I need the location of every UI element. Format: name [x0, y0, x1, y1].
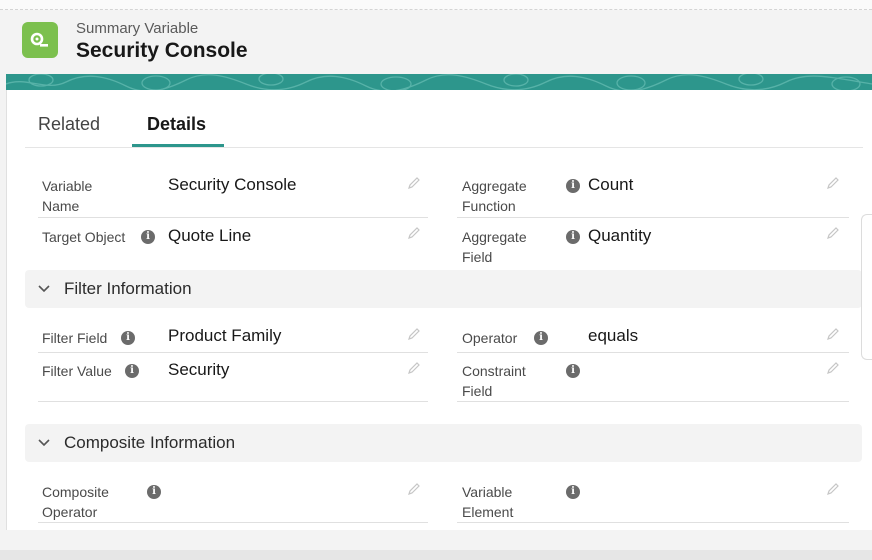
browser-top-edge	[0, 0, 872, 10]
aggregate-function-info-icon[interactable]: i	[566, 179, 580, 193]
filter-information-section-header[interactable]: Filter Information	[25, 270, 862, 308]
variable-element-info-icon[interactable]: i	[566, 485, 580, 499]
edit-aggregate-function-pencil-icon[interactable]	[826, 176, 840, 190]
target-object-info-icon[interactable]: i	[141, 230, 155, 244]
operator-label: Operator	[462, 330, 518, 346]
page-bottom-bar	[0, 550, 872, 560]
aggregate-function-label: Aggregate Function	[462, 178, 527, 214]
composite-information-title: Composite Information	[64, 433, 236, 452]
constraint-field-info-icon[interactable]: i	[566, 364, 580, 378]
field-divider	[38, 352, 428, 353]
aggregate-field-label: Aggregate Field	[462, 229, 527, 265]
field-divider	[38, 522, 428, 523]
chevron-down-icon	[38, 439, 50, 447]
filter-value-label: Filter Value	[42, 363, 112, 379]
filter-field-label: Filter Field	[42, 330, 108, 346]
variable-name-value: Security Console	[168, 175, 297, 194]
tab-related[interactable]: Related	[38, 114, 100, 135]
tab-details[interactable]: Details	[147, 114, 206, 135]
field-divider	[457, 217, 849, 218]
field-divider	[457, 522, 849, 523]
filter-value-info-icon[interactable]: i	[125, 364, 139, 378]
variable-name-label: Variable Name	[42, 178, 93, 214]
aggregate-function-value: Count	[588, 175, 634, 194]
edit-target-object-pencil-icon[interactable]	[407, 226, 421, 240]
field-divider	[38, 401, 428, 402]
constraint-field-label: Constraint Field	[462, 363, 526, 399]
aggregate-field-info-icon[interactable]: i	[566, 230, 580, 244]
filter-information-title: Filter Information	[64, 279, 192, 298]
record-type-label: Summary Variable	[76, 20, 199, 37]
record-title: Security Console	[76, 39, 248, 62]
decorative-banner	[6, 74, 872, 90]
composite-operator-info-icon[interactable]: i	[147, 485, 161, 499]
filter-field-info-icon[interactable]: i	[121, 331, 135, 345]
filter-value-value: Security	[168, 360, 230, 379]
composite-operator-label: Composite Operator	[42, 484, 109, 520]
operator-value: equals	[588, 326, 639, 345]
filter-field-value: Product Family	[168, 326, 282, 345]
field-divider	[457, 352, 849, 353]
summary-variable-icon	[22, 22, 58, 58]
edit-composite-operator-pencil-icon[interactable]	[407, 482, 421, 496]
target-object-label: Target Object	[42, 229, 126, 245]
field-divider	[457, 401, 849, 402]
aggregate-field-value: Quantity	[588, 226, 652, 245]
chevron-down-icon	[38, 285, 50, 293]
edit-aggregate-field-pencil-icon[interactable]	[826, 226, 840, 240]
edit-constraint-field-pencil-icon[interactable]	[826, 361, 840, 375]
edit-filter-value-pencil-icon[interactable]	[407, 361, 421, 375]
record-header: Summary Variable Security Console	[6, 10, 872, 74]
target-object-value: Quote Line	[168, 226, 252, 245]
edit-operator-pencil-icon[interactable]	[826, 327, 840, 341]
edit-variable-element-pencil-icon[interactable]	[826, 482, 840, 496]
composite-information-section-header[interactable]: Composite Information	[25, 424, 862, 462]
record-detail-card: Related Details Variable Name Security C…	[6, 90, 872, 530]
tab-divider	[25, 147, 863, 148]
variable-element-label: Variable Element	[462, 484, 514, 520]
field-divider	[38, 217, 428, 218]
edit-filter-field-pencil-icon[interactable]	[407, 327, 421, 341]
operator-info-icon[interactable]: i	[534, 331, 548, 345]
edit-variable-name-pencil-icon[interactable]	[407, 176, 421, 190]
side-panel-handle[interactable]	[861, 214, 872, 360]
